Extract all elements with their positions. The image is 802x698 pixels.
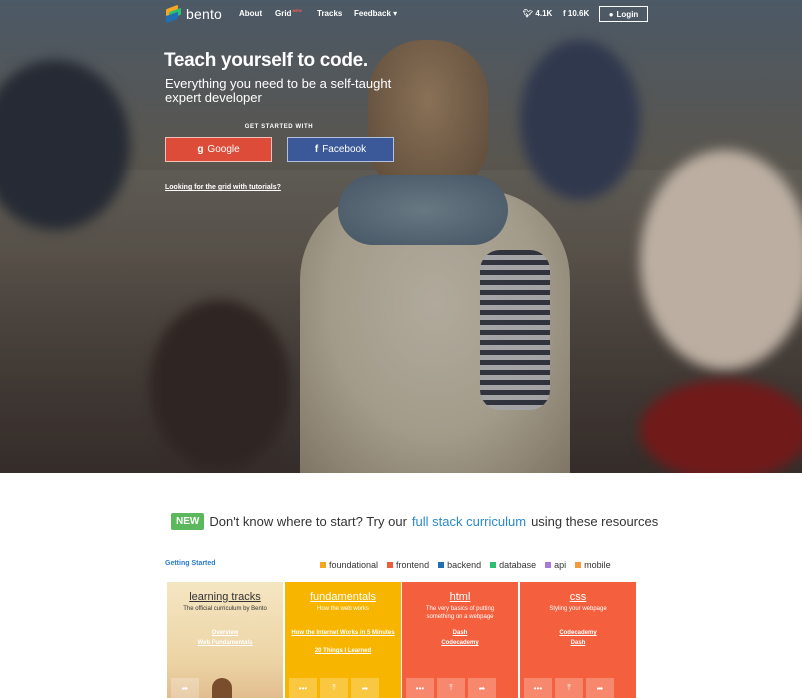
card-actions: ••• ⤒ ➦ [524,678,614,698]
card-link[interactable]: Web Fundamentals [167,640,283,646]
card-description: The very basics of putting something on … [425,606,495,620]
upvote-icon[interactable]: ⤒ [555,678,583,698]
card-actions: ➦ [171,678,199,698]
card-css[interactable]: css Styling your webpage Codecademy Dash… [520,582,636,698]
card-description: How the web works [316,606,370,612]
card-actions: ••• ⤒ ➦ [406,678,496,698]
upvote-icon[interactable]: ⤒ [320,678,348,698]
promo-text-before: Don't know where to start? Try our [209,514,407,529]
grid-tutorials-link[interactable]: Looking for the grid with tutorials? [165,184,281,191]
share-icon[interactable]: ➦ [586,678,614,698]
card-title[interactable]: css [520,591,636,603]
legend-mobile[interactable]: mobile [575,560,611,570]
curriculum-promo: NEW Don't know where to start? Try our f… [171,513,658,530]
facebook-like[interactable]: f 10.6K [563,9,589,18]
legend-backend[interactable]: backend [438,560,481,570]
logo-text: bento [186,6,223,22]
category-legend: foundational frontend backend database a… [320,560,611,570]
card-link[interactable]: Codecademy [520,630,636,636]
new-badge: NEW [171,513,205,530]
google-plus-icon: g [197,144,204,155]
full-stack-curriculum-link[interactable]: full stack curriculum [412,514,526,529]
twitter-icon: 🐦︎ [523,9,534,18]
facebook-icon: f [314,144,319,155]
more-icon[interactable]: ••• [289,678,317,698]
share-icon[interactable]: ➦ [171,678,199,698]
card-actions: ••• ⤒ ➦ [289,678,379,698]
legend-frontend[interactable]: frontend [387,560,429,570]
google-signin-button[interactable]: g Google [165,137,272,162]
hero-section [0,0,802,473]
hero-title: Teach yourself to code. [164,50,368,71]
legend-database[interactable]: database [490,560,536,570]
share-icon[interactable]: ➦ [351,678,379,698]
upvote-icon[interactable]: ⤒ [437,678,465,698]
legend-swatch [320,562,326,568]
card-description: The official curriculum by Bento [183,606,267,612]
user-icon: ● [608,9,614,19]
card-title[interactable]: learning tracks [167,591,283,603]
twitter-follow[interactable]: 🐦︎ 4.1K [523,9,552,18]
card-link[interactable]: Codecademy [402,640,518,646]
legend-api[interactable]: api [545,560,566,570]
card-link[interactable]: Overview [167,630,283,636]
card-title[interactable]: fundamentals [285,591,401,603]
facebook-icon: f [563,9,566,18]
login-button[interactable]: ● Login [599,6,648,22]
legend-swatch [387,562,394,568]
logo[interactable]: bento [164,4,223,24]
card-illustration [212,678,232,698]
card-fundamentals[interactable]: fundamentals How the web works How the I… [285,582,401,698]
get-started-label: GET STARTED WITH [244,124,314,130]
legend-swatch [490,562,497,568]
card-link[interactable]: How the Internet Works in 5 Minutes [285,630,401,636]
card-title[interactable]: html [402,591,518,603]
promo-text-after: using these resources [531,514,659,529]
share-icon[interactable]: ➦ [468,678,496,698]
more-icon[interactable]: ••• [524,678,552,698]
hero-subtitle: Everything you need to be a self-taught … [165,76,392,105]
legend-foundational[interactable]: foundational [320,560,378,570]
card-link[interactable]: Dash [520,640,636,646]
card-html[interactable]: html The very basics of putting somethin… [402,582,518,698]
legend-swatch [438,562,445,568]
bento-logo-icon [164,4,182,24]
card-link[interactable]: 20 Things I Learned [285,648,401,654]
hero-overlay [0,0,802,473]
legend-swatch [545,562,552,568]
card-link[interactable]: Dash [402,630,518,636]
top-navbar: bento About GridNEW Tracks Feedback ▾ 🐦︎… [0,0,802,28]
getting-started-heading: Getting Started [165,560,216,567]
nav-grid[interactable]: GridNEW [275,8,302,18]
nav-grid-new-badge: NEW [292,8,302,13]
legend-swatch [575,562,582,568]
nav-feedback-dropdown[interactable]: Feedback ▾ [354,9,397,18]
facebook-signin-button[interactable]: f Facebook [287,137,394,162]
nav-about[interactable]: About [239,9,262,18]
nav-tracks[interactable]: Tracks [317,9,342,18]
card-description: Styling your webpage [549,606,607,612]
card-learning-tracks[interactable]: learning tracks The official curriculum … [167,582,283,698]
more-icon[interactable]: ••• [406,678,434,698]
